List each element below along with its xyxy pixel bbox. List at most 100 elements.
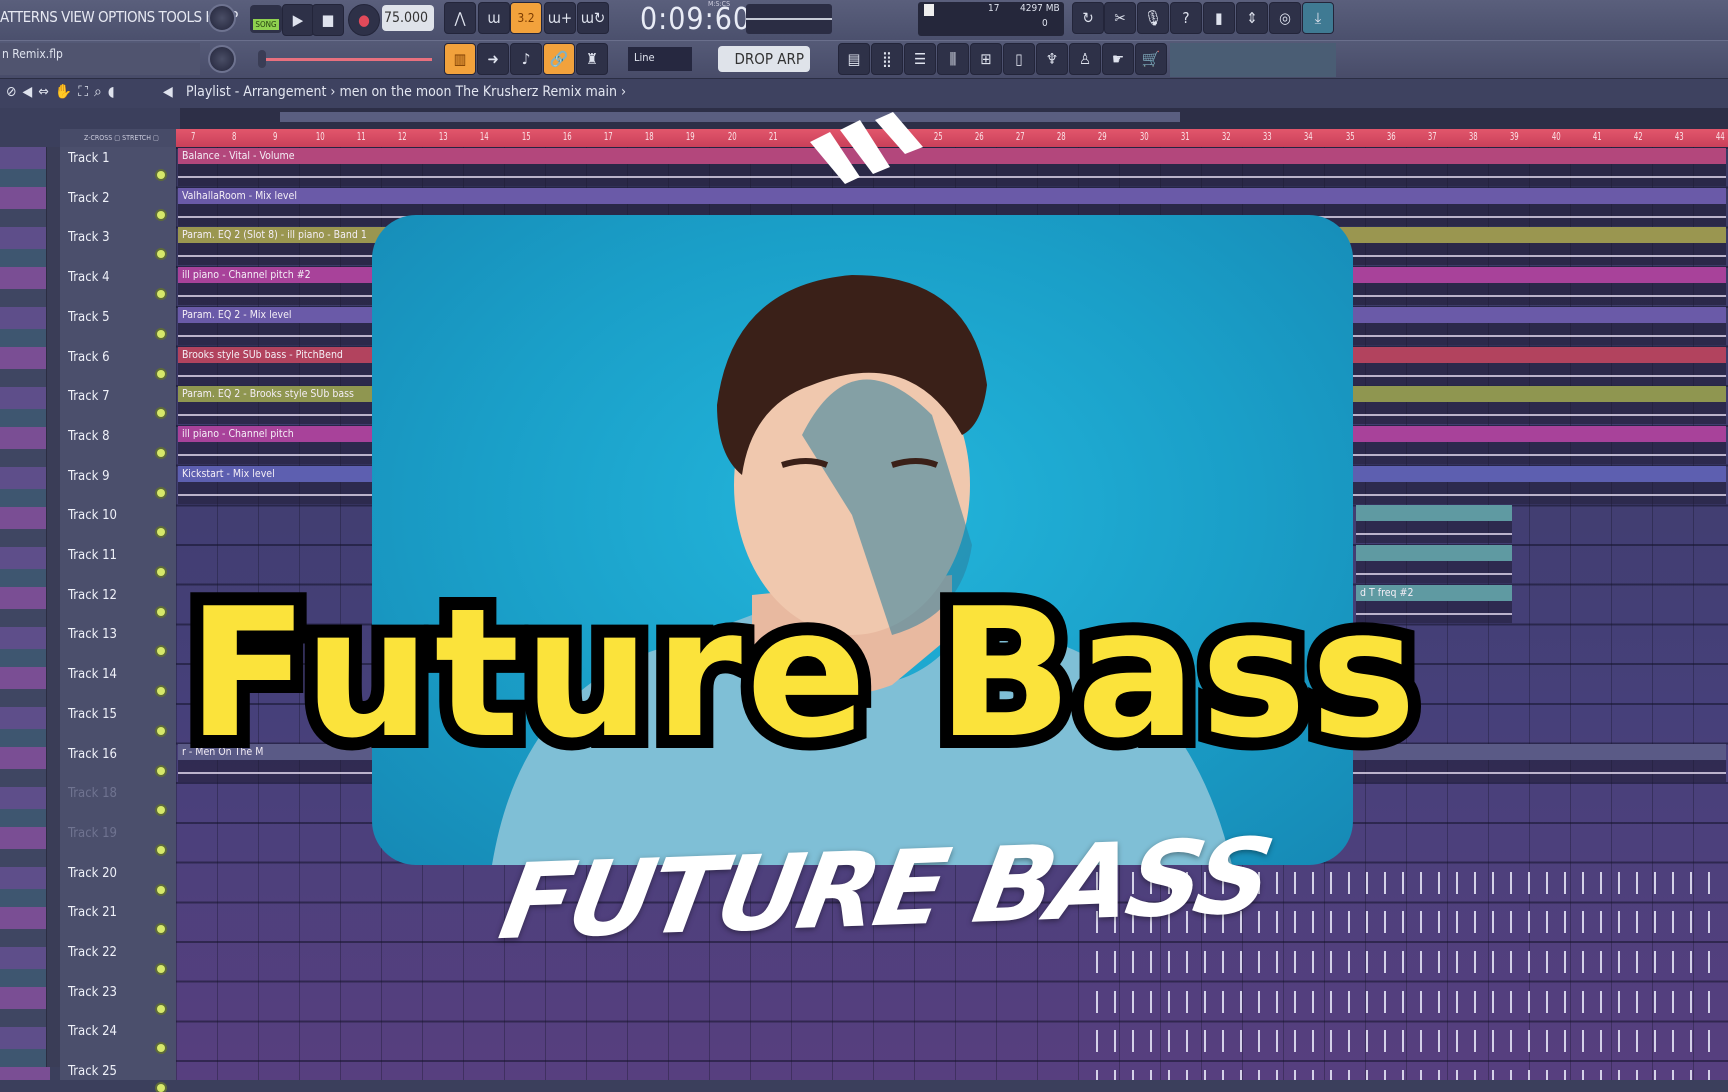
project-info-icon[interactable]: ▯ xyxy=(1003,43,1035,75)
track-mute-led[interactable] xyxy=(157,647,165,656)
export-icon[interactable]: ⇕ xyxy=(1236,2,1268,34)
song-mode-button[interactable]: SONG xyxy=(250,5,282,33)
track-mute-led[interactable] xyxy=(157,885,165,894)
track-mute-led[interactable] xyxy=(157,965,165,973)
picker-panel[interactable] xyxy=(0,147,50,1080)
step-edit-icon[interactable]: ɯ+ xyxy=(544,2,576,34)
track-name[interactable]: Track 1 xyxy=(68,151,110,166)
track-mute-led[interactable] xyxy=(157,488,165,497)
channel-rack-icon[interactable]: ☰ xyxy=(904,43,936,75)
track-mute-led[interactable] xyxy=(157,250,165,259)
track-name[interactable]: Track 23 xyxy=(68,985,117,1000)
track-mute-led[interactable] xyxy=(157,448,165,457)
cut-icon[interactable]: ✂ xyxy=(1104,2,1136,34)
track-name[interactable]: Track 19 xyxy=(68,826,117,841)
performance-icon[interactable]: ♙ xyxy=(1069,43,1101,75)
download-icon[interactable]: ⤓ xyxy=(1302,2,1334,34)
pattern-notes[interactable] xyxy=(1096,1030,1726,1053)
overview-strip[interactable] xyxy=(180,108,1728,129)
pattern-notes[interactable] xyxy=(1096,951,1726,973)
track-mute-led[interactable] xyxy=(157,845,165,854)
track-name[interactable]: Track 9 xyxy=(68,469,110,484)
record-button[interactable]: ● xyxy=(348,4,380,36)
track-mute-led[interactable] xyxy=(157,607,165,616)
microphone-icon[interactable]: 🎙 xyxy=(1137,2,1169,34)
track-mute-led[interactable] xyxy=(157,290,165,299)
track-mute-led[interactable] xyxy=(157,210,165,219)
pattern-select[interactable]: DROP ARP xyxy=(718,46,810,72)
stop-button[interactable]: ■ xyxy=(312,4,344,36)
master-slider[interactable] xyxy=(262,58,432,61)
track-name[interactable]: Track 14 xyxy=(68,667,117,682)
mixer-icon[interactable]: ⫼ xyxy=(937,43,969,75)
track-mute-led[interactable] xyxy=(157,806,165,815)
track-mute-led[interactable] xyxy=(157,171,165,179)
track-name[interactable]: Track 15 xyxy=(68,707,117,722)
track-mute-led[interactable] xyxy=(157,925,165,934)
link-icon[interactable]: 🔗 xyxy=(543,43,575,75)
playlist-clip[interactable]: Balance - Vital - Volume xyxy=(178,148,1726,186)
track-mute-led[interactable] xyxy=(157,687,165,696)
slide-icon[interactable]: ♪ xyxy=(510,43,542,75)
track-name[interactable]: Track 10 xyxy=(68,508,117,523)
wait-for-input-icon[interactable]: ɯ xyxy=(478,2,510,34)
track-mute-led[interactable] xyxy=(157,1044,165,1053)
track-mute-led[interactable] xyxy=(157,726,165,735)
track-mute-led[interactable] xyxy=(157,528,165,537)
track-mute-led[interactable] xyxy=(157,329,165,338)
metronome-icon[interactable]: ⋀ xyxy=(444,2,476,34)
piano-typing-icon[interactable]: ▥ xyxy=(444,43,476,75)
track-name[interactable]: Track 4 xyxy=(68,270,110,285)
piano-roll-icon[interactable]: ⣿ xyxy=(871,43,903,75)
track-mute-led[interactable] xyxy=(157,369,165,378)
arrow-icon[interactable]: ➜ xyxy=(477,43,509,75)
track-name[interactable]: Track 18 xyxy=(68,786,117,801)
countdown-icon[interactable]: 3.2 xyxy=(510,2,542,34)
track-name[interactable]: Track 3 xyxy=(68,230,110,245)
touch-icon[interactable]: ☛ xyxy=(1102,43,1134,75)
refresh-icon[interactable]: ↻ xyxy=(1072,2,1104,34)
stamp-icon[interactable]: ♜ xyxy=(576,43,608,75)
track-name[interactable]: Track 11 xyxy=(68,548,117,563)
breadcrumb-item[interactable]: men on the moon The Krusherz Remix main xyxy=(339,84,617,100)
track-mute-led[interactable] xyxy=(157,1004,165,1013)
track-name[interactable]: Track 25 xyxy=(68,1064,117,1079)
track-name[interactable]: Track 16 xyxy=(68,747,117,762)
track-mute-led[interactable] xyxy=(157,409,165,418)
track-name[interactable]: Track 21 xyxy=(68,905,117,920)
pattern-notes[interactable] xyxy=(1096,990,1726,1013)
track-name[interactable]: Track 5 xyxy=(68,310,110,325)
play-button[interactable]: ▶ xyxy=(282,4,314,36)
slider-handle[interactable] xyxy=(258,50,266,68)
track-name[interactable]: Track 12 xyxy=(68,588,117,603)
timeline-ruler[interactable]: 7 8 9 10 11 12 13 14 15 16 17 18 19 20 21 25 26 27 28 29 30 3… xyxy=(176,129,1728,147)
track-name[interactable]: Track 24 xyxy=(68,1024,117,1039)
breadcrumb-title[interactable]: Playlist - Arrangement xyxy=(186,84,326,100)
track-name[interactable]: Track 2 xyxy=(68,191,110,206)
help-icon[interactable]: ? xyxy=(1170,2,1202,34)
track-mute-led[interactable] xyxy=(157,766,165,775)
track-name[interactable]: Track 8 xyxy=(68,429,110,444)
master-volume-knob[interactable] xyxy=(208,4,236,32)
browser-icon[interactable]: ⊞ xyxy=(970,43,1002,75)
snap-select[interactable]: Line xyxy=(628,47,692,71)
tempo-field[interactable]: 75.000 xyxy=(382,5,434,31)
save-icon[interactable]: ▮ xyxy=(1203,2,1235,34)
playlist-tools-icons[interactable]: ⊘◀⇔✋⛶⌕◖ xyxy=(6,84,121,100)
shop-icon[interactable]: 🛒 xyxy=(1135,43,1167,75)
track-mute-led[interactable] xyxy=(157,568,165,576)
playlist-icon[interactable]: ▤ xyxy=(838,43,870,75)
chat-icon[interactable]: ◎ xyxy=(1269,2,1301,34)
picker-scrollbar[interactable] xyxy=(46,147,60,1067)
master-pitch-knob[interactable] xyxy=(208,45,236,73)
track-mute-led[interactable] xyxy=(157,1084,165,1092)
track-name[interactable]: Track 13 xyxy=(68,627,117,642)
track-name[interactable]: Track 7 xyxy=(68,389,110,404)
track-name[interactable]: Track 6 xyxy=(68,350,110,365)
plugin-icon[interactable]: ♆ xyxy=(1036,43,1068,75)
track-name[interactable]: Track 20 xyxy=(68,866,117,881)
pattern-notes[interactable] xyxy=(1096,1070,1726,1080)
loop-record-icon[interactable]: ɯ↻ xyxy=(577,2,609,34)
track-name[interactable]: Track 22 xyxy=(68,945,117,960)
main-menu[interactable]: ATTERNS VIEW OPTIONS TOOLS HELP xyxy=(0,8,238,26)
